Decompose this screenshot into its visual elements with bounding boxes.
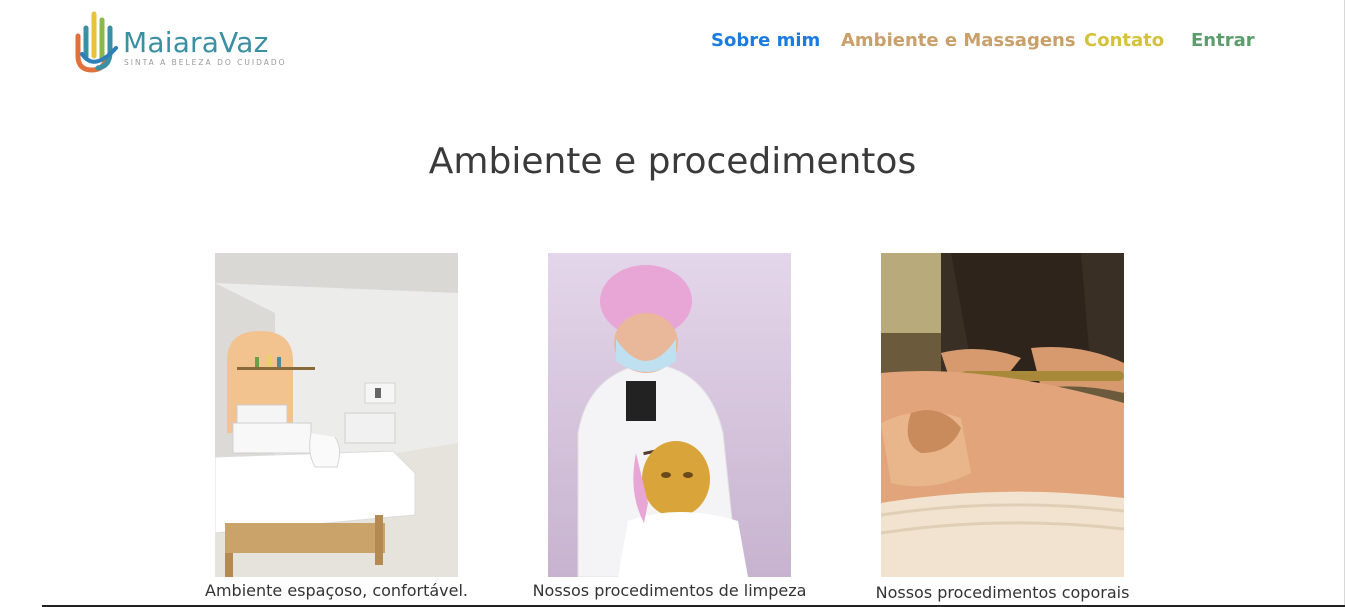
nav-ambiente-massagens[interactable]: Ambiente e Massagens (841, 30, 1076, 51)
card-caption: Nossos procedimentos de limpeza (532, 581, 807, 600)
body-massage-photo[interactable] (881, 253, 1124, 577)
main-nav: Sobre mim Ambiente e Massagens Contato E… (0, 30, 1345, 54)
card-caption: Ambiente espaçoso, confortável. (205, 581, 468, 600)
massage-room-photo[interactable] (215, 253, 458, 577)
card-caption: Nossos procedimentos coporais (875, 583, 1130, 602)
nav-entrar[interactable]: Entrar (1191, 30, 1255, 51)
card-corporais: Nossos procedimentos coporais (876, 253, 1129, 602)
logo-tagline: SINTA A BELEZA DO CUIDADO (124, 58, 287, 67)
site-header: MaiaraVaz SINTA A BELEZA DO CUIDADO Sobr… (0, 0, 1345, 90)
nav-contato[interactable]: Contato (1084, 30, 1164, 51)
card-limpeza: Nossos procedimentos de limpeza (533, 253, 806, 600)
card-ambiente: Ambiente espaçoso, confortável. (205, 253, 468, 600)
nav-sobre-mim[interactable]: Sobre mim (711, 30, 820, 51)
page-title: Ambiente e procedimentos (428, 141, 917, 182)
facial-treatment-photo[interactable] (548, 253, 791, 577)
